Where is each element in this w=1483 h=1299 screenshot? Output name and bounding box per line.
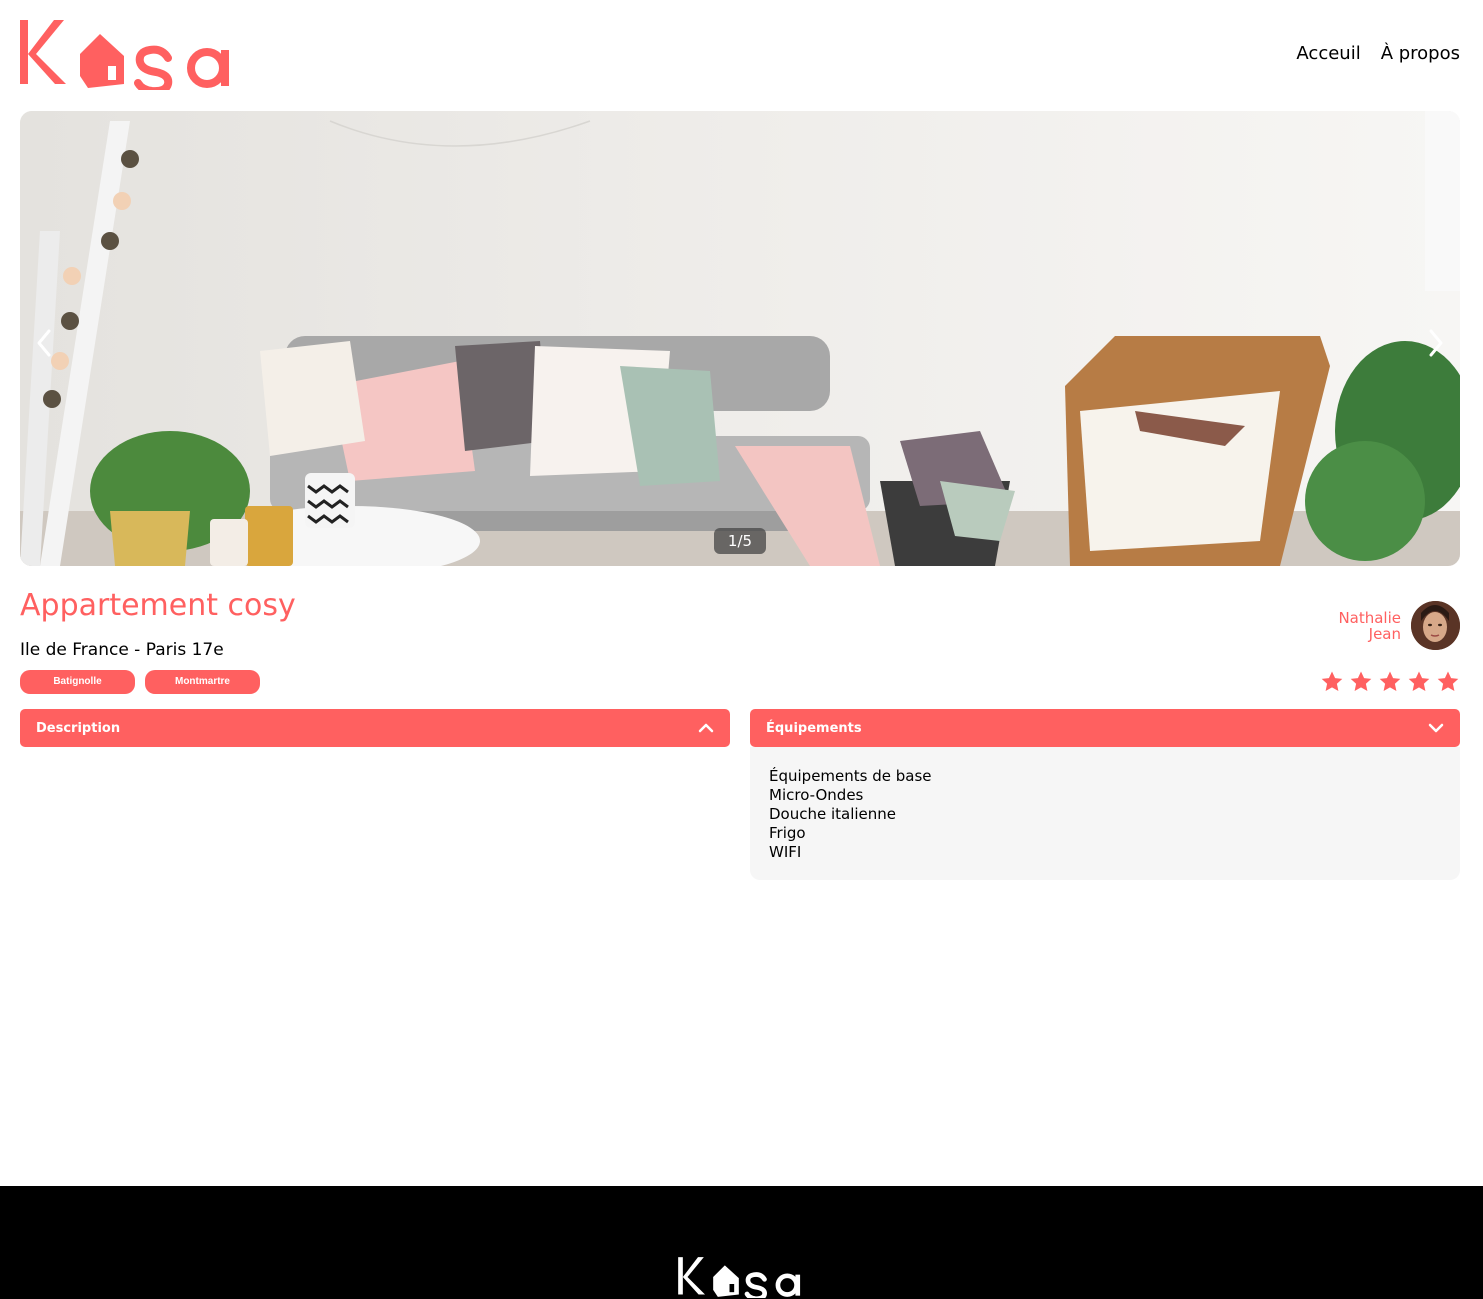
footer [0, 1186, 1483, 1299]
chevron-right-icon [1429, 329, 1443, 357]
equipments-collapse-label: Équipements [766, 720, 862, 736]
list-item: Micro-Ondes [769, 786, 864, 804]
tag-list: Batignolle Montmartre [20, 670, 260, 694]
star-icon [1437, 671, 1459, 691]
star-icon [1321, 671, 1343, 691]
carousel-prev-button[interactable] [30, 323, 60, 363]
kasa-logo[interactable] [20, 18, 232, 96]
equipments-collapse: Équipements Équipements de base Micro-On… [750, 709, 1460, 880]
list-item: WIFI [769, 843, 802, 861]
star-icon [1408, 671, 1430, 691]
main-nav: Acceuil À propos [1296, 43, 1460, 64]
host-info: Nathalie Jean [1338, 601, 1460, 650]
host-first-name: Nathalie [1338, 608, 1401, 627]
carousel-next-button[interactable] [1420, 323, 1450, 363]
host-name: Nathalie Jean [1338, 610, 1401, 642]
chevron-down-icon [1428, 723, 1444, 733]
star-icon [1350, 671, 1372, 691]
nav-link-home[interactable]: Acceuil [1296, 43, 1360, 64]
host-last-name: Jean [1368, 624, 1401, 643]
listing-photo [20, 111, 1460, 566]
list-item: Frigo [769, 824, 806, 842]
footer-kasa-logo [678, 1256, 802, 1299]
rating-stars [1320, 670, 1460, 694]
equipments-list: Équipements de base Micro-Ondes Douche i… [750, 747, 1460, 880]
description-collapse-label: Description [36, 720, 121, 736]
image-carousel: 1/5 [20, 111, 1460, 566]
listing-title: Appartement cosy [20, 588, 296, 623]
carousel-counter: 1/5 [714, 528, 766, 554]
equipments-collapse-toggle[interactable]: Équipements [750, 709, 1460, 747]
listing-location: Ile de France - Paris 17e [20, 640, 224, 660]
description-collapse: Description [20, 709, 730, 747]
nav-link-about[interactable]: À propos [1381, 43, 1460, 64]
chevron-left-icon [37, 329, 51, 357]
list-item: Douche italienne [769, 805, 897, 823]
tag: Montmartre [145, 670, 260, 694]
tag: Batignolle [20, 670, 135, 694]
host-avatar [1411, 601, 1460, 650]
chevron-up-icon [698, 723, 714, 733]
header: Acceuil À propos [0, 0, 1483, 110]
list-item: Équipements de base [769, 767, 932, 785]
star-icon [1379, 671, 1401, 691]
description-collapse-toggle[interactable]: Description [20, 709, 730, 747]
